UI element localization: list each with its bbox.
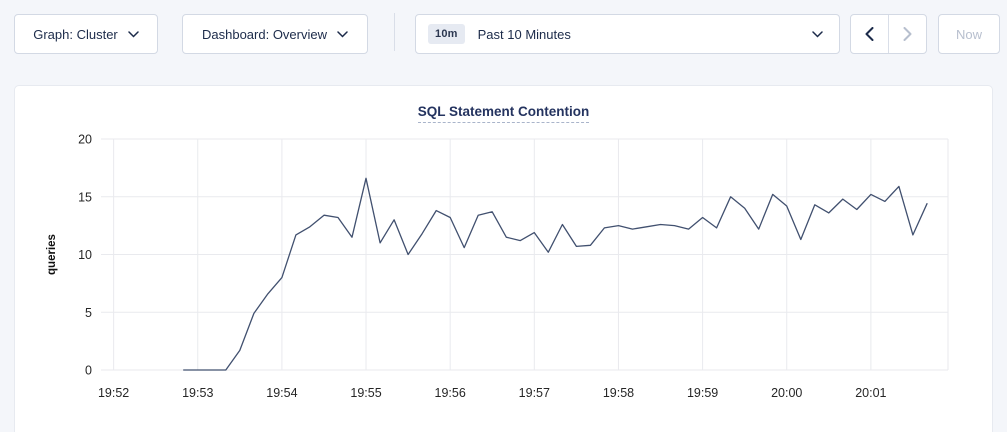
- y-tick-label: 0: [85, 364, 92, 378]
- x-tick-label: 19:58: [603, 386, 634, 400]
- graph-dropdown[interactable]: Graph: Cluster: [14, 14, 158, 54]
- x-tick-label: 20:01: [855, 386, 886, 400]
- y-tick-label: 10: [78, 248, 92, 262]
- dashboard-dropdown-label: Dashboard: Overview: [202, 27, 327, 42]
- x-tick-label: 19:53: [182, 386, 213, 400]
- time-back-button[interactable]: [851, 15, 888, 53]
- now-button[interactable]: Now: [938, 14, 1000, 54]
- app-root: Graph: Cluster Dashboard: Overview 10m P…: [0, 0, 1007, 432]
- x-tick-label: 19:57: [519, 386, 550, 400]
- line-chart: 0 5 10 15 20 19:52 19:53 19:54 19:55 19:56 19:57 19…: [15, 86, 994, 426]
- y-tick-label: 15: [78, 190, 92, 204]
- toolbar-divider: [394, 13, 395, 51]
- time-nav-group: [850, 14, 927, 54]
- x-tick-label: 19:59: [687, 386, 718, 400]
- chevron-down-icon: [128, 31, 139, 38]
- x-tick-label: 19:52: [98, 386, 129, 400]
- chevron-down-icon: [337, 31, 348, 38]
- y-tick-label: 20: [78, 133, 92, 147]
- y-tick-label: 5: [85, 306, 92, 320]
- chevron-left-icon: [865, 27, 874, 41]
- chevron-right-icon: [903, 27, 912, 41]
- y-axis-title: queries: [46, 234, 58, 275]
- time-range-label: Past 10 Minutes: [478, 27, 571, 42]
- time-forward-button[interactable]: [888, 15, 926, 53]
- x-tick-label: 19:56: [435, 386, 466, 400]
- series-line: [184, 178, 927, 370]
- x-tick-label: 19:54: [266, 386, 297, 400]
- chevron-down-icon: [812, 31, 823, 38]
- x-tick-label: 20:00: [771, 386, 802, 400]
- chart-card: SQL Statement Contention 0510152019:5219…: [14, 85, 993, 432]
- time-range-badge: 10m: [428, 24, 465, 44]
- time-range-dropdown[interactable]: 10m Past 10 Minutes: [415, 14, 840, 54]
- graph-dropdown-label: Graph: Cluster: [33, 27, 118, 42]
- dashboard-dropdown[interactable]: Dashboard: Overview: [182, 14, 368, 54]
- x-tick-label: 19:55: [350, 386, 381, 400]
